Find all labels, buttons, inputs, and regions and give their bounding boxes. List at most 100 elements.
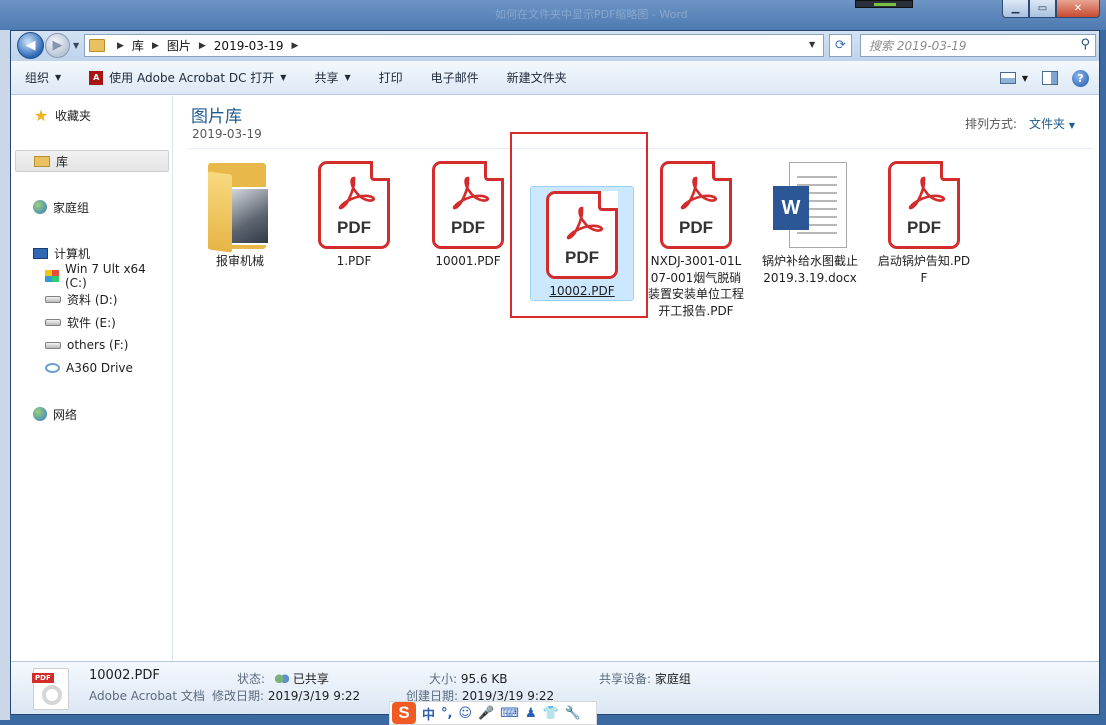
sogou-logo-icon[interactable]: S [392, 702, 416, 724]
arrange-by: 排列方式: 文件夹 ▼ [965, 115, 1075, 132]
arrow-left-icon: ◀ [25, 38, 36, 53]
nav-item-a360-drive[interactable]: A360 Drive [15, 357, 169, 379]
navigation-pane: ★ 收藏夹 库 家庭组 计算机 Win 7 Ult x64 (C:) 资料 (D:… [11, 96, 173, 661]
word-icon-text: W [773, 186, 809, 230]
nav-item-computer[interactable]: 计算机 [15, 242, 169, 264]
acrobat-icon: A [89, 70, 104, 85]
new-folder-button[interactable]: 新建文件夹 [493, 61, 581, 95]
nav-item-libraries[interactable]: 库 [15, 150, 169, 172]
breadcrumb-current-folder[interactable]: 2019-03-19 [214, 39, 284, 53]
share-label: 共享 [314, 71, 339, 85]
breadcrumb-separator-icon[interactable]: ▶ [152, 41, 159, 51]
details-filename: 10002.PDF [89, 668, 160, 683]
breadcrumb-separator-icon[interactable]: ▶ [199, 41, 206, 51]
print-button[interactable]: 打印 [365, 61, 417, 95]
nav-item-drive-e[interactable]: 软件 (E:) [15, 311, 169, 333]
minimize-button[interactable]: ▁ [1002, 0, 1029, 18]
chevron-down-icon: ▼ [344, 73, 351, 82]
maximize-button[interactable]: ▭ [1029, 0, 1056, 18]
search-placeholder: 搜索 2019-03-19 [869, 39, 967, 53]
pdf-icon: PDF [660, 161, 732, 249]
nav-label: others (F:) [67, 338, 129, 352]
command-bar: 组织 ▼ A 使用 Adobe Acrobat DC 打开 ▼ 共享 ▼ 打印 电子邮件… [11, 61, 1099, 95]
ime-mode-toggle[interactable]: 中 [422, 704, 435, 723]
file-item-pdf[interactable]: PDF 启动锅炉告知.PDF [872, 156, 976, 287]
emoji-icon[interactable]: ☺ [458, 706, 472, 721]
back-button[interactable]: ◀ [17, 32, 44, 59]
details-size: 大小: 95.6 KB [429, 670, 508, 687]
help-icon[interactable]: ? [1072, 69, 1089, 87]
forward-button[interactable]: ▶ [45, 33, 70, 58]
background-window-edge [0, 30, 10, 720]
pdf-icon-text: PDF [451, 218, 485, 237]
homegroup-icon [33, 200, 47, 214]
user-icon[interactable]: ♟ [525, 706, 537, 721]
preview-pane-icon[interactable] [1042, 71, 1058, 85]
shared-with-label: 共享设备: [599, 672, 652, 686]
details-shared-with: 共享设备: 家庭组 [599, 670, 691, 687]
nav-item-homegroup[interactable]: 家庭组 [15, 196, 169, 218]
file-item-pdf[interactable]: PDF NXDJ-3001-01L07-001烟气脱硝装置安装单位工程开工报告.… [644, 156, 748, 320]
wrench-icon[interactable]: 🔧 [565, 706, 581, 721]
nav-item-drive-c[interactable]: Win 7 Ult x64 (C:) [15, 262, 169, 290]
nav-item-drive-f[interactable]: others (F:) [15, 334, 169, 356]
breadcrumb-libraries[interactable]: 库 [132, 37, 144, 54]
search-icon[interactable]: ⚲ [1080, 37, 1090, 52]
ime-punctuation-toggle[interactable]: °, [441, 706, 452, 721]
file-item-docx[interactable]: W 锅炉补给水图截止2019.3.19.docx [758, 156, 862, 287]
email-button[interactable]: 电子邮件 [417, 61, 493, 95]
file-name: 报审机械 [215, 254, 264, 268]
file-name: 锅炉补给水图截止2019.3.19.docx [761, 254, 858, 285]
hard-disk-icon [45, 295, 61, 303]
hard-disk-icon [45, 341, 61, 349]
keyboard-icon[interactable]: ⌨ [500, 706, 519, 721]
nav-label: A360 Drive [66, 361, 133, 375]
breadcrumb-pictures[interactable]: 图片 [167, 37, 191, 54]
refresh-button[interactable]: ⟳ [829, 34, 852, 57]
computer-icon [33, 247, 48, 259]
address-history-dropdown[interactable]: ▼ [809, 40, 815, 49]
microphone-icon[interactable]: 🎤 [478, 706, 494, 721]
file-thumbnail: PDF [872, 157, 976, 253]
address-bar[interactable]: ▶ 库 ▶ 图片 ▶ 2019-03-19 ▶ [84, 34, 824, 57]
nav-label: Win 7 Ult x64 (C:) [65, 262, 146, 290]
modified-value: 2019/3/19 9:22 [267, 689, 361, 703]
file-thumbnail: PDF [416, 157, 520, 253]
chevron-down-icon: ▼ [1068, 121, 1075, 130]
skin-icon[interactable]: 👕 [543, 706, 559, 721]
tray-mini-indicator [855, 0, 913, 8]
breadcrumb-separator-icon[interactable]: ▶ [292, 41, 299, 51]
search-input[interactable]: 搜索 2019-03-19 ⚲ [860, 34, 1096, 57]
nav-label: 计算机 [54, 246, 91, 261]
file-item-pdf[interactable]: PDF 10001.PDF [416, 156, 520, 271]
star-icon: ★ [33, 105, 49, 125]
file-list-area[interactable]: 图片库 2019-03-19 排列方式: 文件夹 ▼ 报审机械 PDF 1.PD… [174, 96, 1099, 661]
details-filetype: Adobe Acrobat 文档 [89, 689, 205, 703]
file-thumbnail: PDF [644, 157, 748, 253]
file-item-folder[interactable]: 报审机械 [188, 156, 292, 271]
window-title: 如何在文件夹中显示PDF缩略图 - Word [495, 8, 688, 21]
file-item-pdf[interactable]: PDF 1.PDF [302, 156, 406, 271]
system-drive-icon [45, 270, 59, 282]
arrange-by-dropdown[interactable]: 文件夹 ▼ [1029, 115, 1075, 132]
window-controls: ▁ ▭ ✕ [1002, 0, 1100, 18]
nav-label: 软件 (E:) [67, 315, 116, 330]
recent-pages-dropdown[interactable]: ▼ [73, 41, 79, 50]
details-file-icon: PDF [32, 668, 69, 710]
open-with-button[interactable]: A 使用 Adobe Acrobat DC 打开 ▼ [75, 61, 300, 95]
status-value: 已共享 [292, 672, 329, 686]
arrange-value: 文件夹 [1029, 117, 1066, 131]
nav-item-drive-d[interactable]: 资料 (D:) [15, 288, 169, 310]
folder-icon [204, 159, 276, 253]
close-button[interactable]: ✕ [1056, 0, 1100, 18]
share-button[interactable]: 共享 ▼ [300, 61, 364, 95]
view-options-dropdown[interactable]: ▼ [1022, 74, 1028, 83]
arrange-label: 排列方式: [964, 117, 1017, 131]
ime-toolbar: S 中 °, ☺ 🎤 ⌨ ♟ 👕 🔧 [389, 701, 597, 725]
nav-item-network[interactable]: 网络 [15, 403, 169, 425]
organize-button[interactable]: 组织 ▼ [11, 61, 75, 95]
breadcrumb-separator-icon[interactable]: ▶ [117, 41, 124, 51]
change-view-icon[interactable] [999, 72, 1016, 84]
size-label: 大小: [429, 672, 458, 686]
nav-item-favorites[interactable]: ★ 收藏夹 [15, 104, 169, 126]
